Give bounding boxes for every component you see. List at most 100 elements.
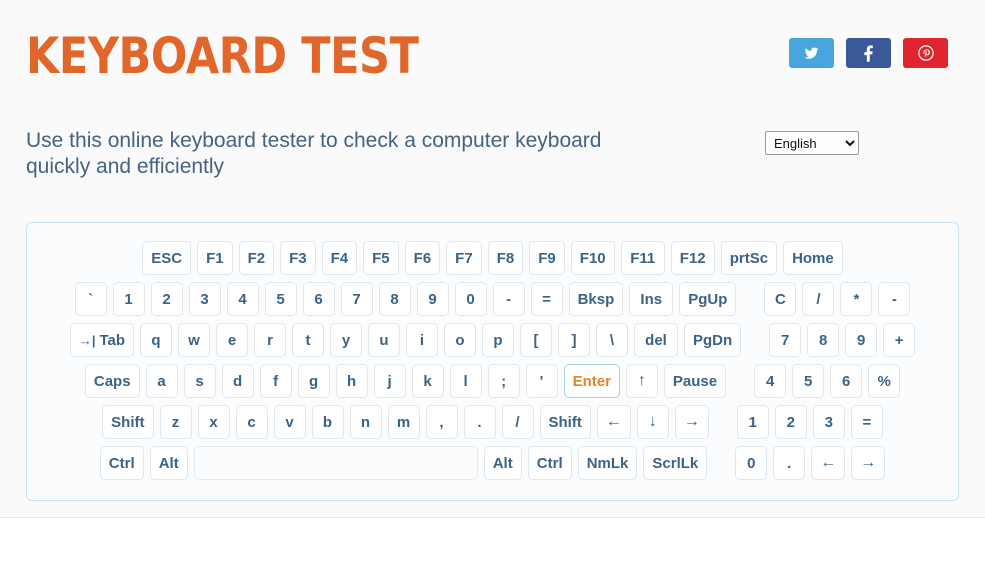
key-h[interactable]: h <box>335 364 368 398</box>
key-u46[interactable]: . <box>463 405 496 439</box>
key-6[interactable]: 6 <box>830 364 863 398</box>
key-7[interactable]: 7 <box>340 282 373 316</box>
pinterest-share-button[interactable] <box>903 38 948 68</box>
key-f9[interactable]: F9 <box>529 241 565 275</box>
key-v[interactable]: v <box>273 405 306 439</box>
key-2[interactable]: 2 <box>774 405 807 439</box>
key-u46[interactable]: . <box>773 446 806 480</box>
key-1[interactable]: 1 <box>736 405 769 439</box>
key-3[interactable]: 3 <box>812 405 845 439</box>
key-4[interactable]: 4 <box>226 282 259 316</box>
key-u61[interactable]: = <box>850 405 883 439</box>
key-d[interactable]: d <box>221 364 254 398</box>
key-w[interactable]: w <box>178 323 211 357</box>
key-e[interactable]: e <box>216 323 249 357</box>
key-u59[interactable]: ; <box>487 364 520 398</box>
key-f5[interactable]: F5 <box>363 241 399 275</box>
key-f8[interactable]: F8 <box>487 241 524 275</box>
key-f10[interactable]: F10 <box>570 241 615 275</box>
key-ctrl[interactable]: Ctrl <box>99 446 144 480</box>
key-6[interactable]: 6 <box>302 282 335 316</box>
key-9[interactable]: 9 <box>416 282 449 316</box>
key-pgup[interactable]: PgUp <box>679 282 737 316</box>
key-u47[interactable]: / <box>501 405 534 439</box>
key-j[interactable]: j <box>373 364 406 398</box>
key-s[interactable]: s <box>183 364 216 398</box>
key-b[interactable]: b <box>311 405 344 439</box>
key-u44[interactable]: , <box>425 405 458 439</box>
key-u8594[interactable]: → <box>674 405 709 439</box>
key-u96[interactable]: ` <box>74 282 107 316</box>
language-select[interactable]: English <box>765 131 859 155</box>
key-u[interactable]: u <box>368 323 401 357</box>
key-c[interactable]: c <box>235 405 268 439</box>
key-f2[interactable]: F2 <box>238 241 275 275</box>
key-f6[interactable]: F6 <box>404 241 441 275</box>
key-f11[interactable]: F11 <box>620 241 665 275</box>
key-1[interactable]: 1 <box>112 282 145 316</box>
key-u8592[interactable]: ← <box>596 405 631 439</box>
key-5[interactable]: 5 <box>792 364 825 398</box>
key-p[interactable]: p <box>482 323 515 357</box>
key-alt[interactable]: Alt <box>149 446 188 480</box>
key-ins[interactable]: Ins <box>629 282 674 316</box>
key-y[interactable]: y <box>330 323 363 357</box>
key-c[interactable]: C <box>764 282 797 316</box>
key-u93[interactable]: ] <box>558 323 591 357</box>
key-caps[interactable]: Caps <box>84 364 140 398</box>
key-a[interactable]: a <box>145 364 178 398</box>
key-u37[interactable]: % <box>868 364 901 398</box>
facebook-share-button[interactable] <box>846 38 891 68</box>
key-u8593[interactable]: ↑ <box>625 364 658 398</box>
key-x[interactable]: x <box>197 405 230 439</box>
key-u39[interactable]: ' <box>525 364 558 398</box>
key-3[interactable]: 3 <box>188 282 221 316</box>
space-key[interactable] <box>193 446 478 480</box>
key-f1[interactable]: F1 <box>197 241 233 275</box>
key-u43[interactable]: + <box>883 323 916 357</box>
key-9[interactable]: 9 <box>845 323 878 357</box>
key-o[interactable]: o <box>444 323 477 357</box>
key-tab[interactable]: →| Tab <box>69 323 135 357</box>
key-0[interactable]: 0 <box>454 282 487 316</box>
key-f[interactable]: f <box>259 364 292 398</box>
key-8[interactable]: 8 <box>807 323 840 357</box>
key-u45[interactable]: - <box>492 282 525 316</box>
key-g[interactable]: g <box>297 364 330 398</box>
key-l[interactable]: l <box>449 364 482 398</box>
key-q[interactable]: q <box>140 323 173 357</box>
key-home[interactable]: Home <box>783 241 843 275</box>
key-u42[interactable]: * <box>840 282 873 316</box>
key-f3[interactable]: F3 <box>280 241 316 275</box>
twitter-share-button[interactable] <box>789 38 834 68</box>
key-4[interactable]: 4 <box>754 364 787 398</box>
key-0[interactable]: 0 <box>735 446 768 480</box>
key-u8592[interactable]: ← <box>811 446 846 480</box>
key-bksp[interactable]: Bksp <box>568 282 624 316</box>
key-f4[interactable]: F4 <box>321 241 358 275</box>
key-u8594[interactable]: → <box>851 446 886 480</box>
key-ctrl[interactable]: Ctrl <box>527 446 572 480</box>
key-shift[interactable]: Shift <box>102 405 154 439</box>
key-alt[interactable]: Alt <box>483 446 522 480</box>
key-pgdn[interactable]: PgDn <box>684 323 742 357</box>
key-8[interactable]: 8 <box>378 282 411 316</box>
key-r[interactable]: r <box>254 323 287 357</box>
key-nmlk[interactable]: NmLk <box>577 446 638 480</box>
key-n[interactable]: n <box>349 405 382 439</box>
key-f12[interactable]: F12 <box>670 241 715 275</box>
key-esc[interactable]: ESC <box>142 241 192 275</box>
key-m[interactable]: m <box>387 405 420 439</box>
key-f7[interactable]: F7 <box>446 241 482 275</box>
key-u45[interactable]: - <box>878 282 911 316</box>
key-u47[interactable]: / <box>802 282 835 316</box>
key-u8595[interactable]: ↓ <box>636 405 669 439</box>
key-k[interactable]: k <box>411 364 444 398</box>
key-scrllk[interactable]: ScrlLk <box>643 446 708 480</box>
key-i[interactable]: i <box>406 323 439 357</box>
key-del[interactable]: del <box>634 323 679 357</box>
key-prtsc[interactable]: prtSc <box>720 241 778 275</box>
key-u92[interactable]: \ <box>596 323 629 357</box>
key-7[interactable]: 7 <box>769 323 802 357</box>
key-u61[interactable]: = <box>530 282 563 316</box>
